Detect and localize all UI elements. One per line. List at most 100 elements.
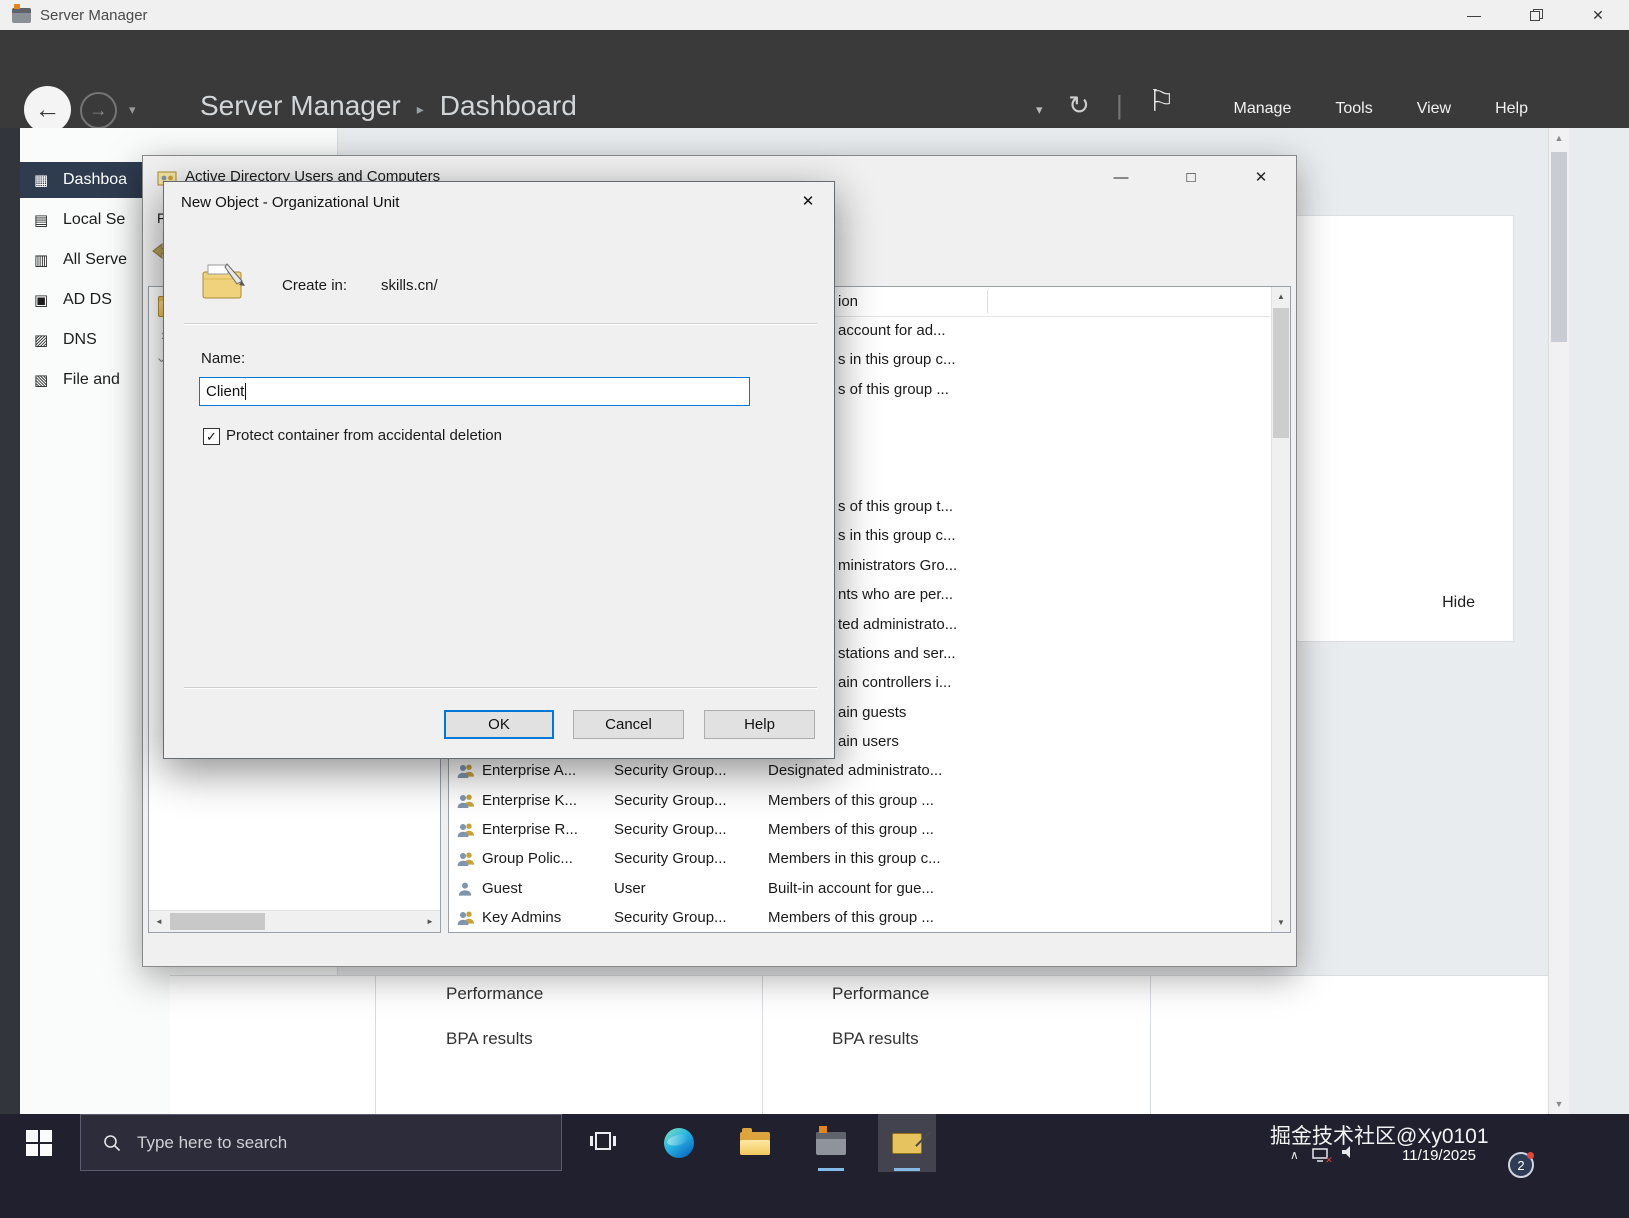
group-icon <box>457 851 475 872</box>
row-description: ministrators Gro... <box>838 556 958 574</box>
scroll-right-icon[interactable]: ► <box>420 911 440 932</box>
list-scrollbar[interactable]: ▲ ▼ <box>1271 287 1290 932</box>
notifications-flag-icon[interactable]: ⚐ <box>1148 84 1175 119</box>
navbar-divider: | <box>1116 90 1123 120</box>
breadcrumb-separator-icon: ▸ <box>416 100 424 117</box>
list-row[interactable]: Guest User Built-in account for gue... <box>449 875 1271 904</box>
hide-button[interactable]: Hide <box>1436 593 1481 613</box>
row-description: Members of this group ... <box>768 909 934 926</box>
row-type: Security Group... <box>614 850 727 868</box>
minimize-button[interactable]: — <box>1443 0 1505 30</box>
sidebar-item-label: DNS <box>63 331 97 348</box>
dialog-title: New Object - Organizational Unit <box>181 194 400 211</box>
row-type: Security Group... <box>614 909 727 926</box>
notification-badge[interactable]: 2 <box>1508 1152 1534 1178</box>
menu-manage[interactable]: Manage <box>1234 100 1292 118</box>
ok-button[interactable]: OK <box>444 710 554 739</box>
dialog-separator <box>184 323 817 324</box>
tile-link-performance[interactable]: Performance <box>446 984 543 1004</box>
taskbar-search[interactable]: Type here to search <box>80 1114 562 1171</box>
cancel-button[interactable]: Cancel <box>573 710 684 739</box>
tile-link-performance[interactable]: Performance <box>832 984 929 1004</box>
windows-start-button[interactable] <box>10 1114 68 1172</box>
window-scrollbar[interactable]: ▲ ▼ <box>1548 128 1569 1114</box>
create-in-label: Create in: <box>282 277 348 294</box>
back-button[interactable]: ← <box>24 86 71 133</box>
list-row[interactable]: Group Polic... Security Group... Members i… <box>449 845 1271 874</box>
taskbar-edge-button[interactable] <box>650 1114 708 1172</box>
system-tray: ∧ ✕ <box>1290 1145 1357 1165</box>
restore-button[interactable] <box>1505 0 1567 30</box>
close-icon: ✕ <box>1592 6 1604 23</box>
breadcrumb-dashboard[interactable]: Dashboard <box>440 90 577 122</box>
name-label: Name: <box>201 350 246 367</box>
server-manager-taskbar-icon <box>816 1125 846 1155</box>
dialog-separator <box>184 687 817 688</box>
taskbar-active-window-button[interactable] <box>878 1114 936 1172</box>
row-description: stations and ser... <box>838 644 956 662</box>
horizontal-scrollbar[interactable]: ◄ ► <box>149 910 440 932</box>
maximize-icon: □ <box>1186 168 1196 186</box>
forward-button[interactable]: → <box>80 92 117 129</box>
new-ou-icon <box>200 260 248 309</box>
history-dropdown[interactable]: ▾ <box>129 102 136 118</box>
tile-divider <box>762 976 763 1115</box>
list-row[interactable]: Enterprise K... Security Group... Members … <box>449 787 1271 816</box>
task-view-icon <box>590 1130 616 1157</box>
aduc-maximize-button[interactable]: □ <box>1156 156 1226 198</box>
tile-link-bpa-results[interactable]: BPA results <box>446 1029 543 1049</box>
tile-divider <box>375 976 376 1115</box>
scroll-up-icon[interactable]: ▲ <box>1549 128 1569 148</box>
sidebar-item-label: Local Se <box>63 211 126 228</box>
close-icon: ✕ <box>801 193 815 210</box>
protect-checkbox[interactable]: ✓ <box>203 428 220 445</box>
aduc-minimize-button[interactable]: — <box>1086 156 1156 198</box>
row-name: Key Admins <box>482 909 562 926</box>
refresh-icon[interactable]: ↻ <box>1068 90 1090 121</box>
navbar: ← → ▾ Server Manager ▸ Dashboard ▾ ↻ | ⚐… <box>0 30 1629 133</box>
close-button[interactable]: ✕ <box>1567 0 1629 30</box>
row-description: s of this group t... <box>838 498 954 516</box>
sidebar-item-label: File and <box>63 371 120 388</box>
row-description: ted administrato... <box>838 615 958 633</box>
group-icon <box>457 910 475 931</box>
list-row[interactable]: Enterprise A... Security Group... Designat… <box>449 757 1271 786</box>
tray-expand-icon[interactable]: ∧ <box>1290 1148 1299 1162</box>
scrollbar-thumb[interactable] <box>170 913 265 930</box>
dashboard-icon: ▦ <box>34 172 49 189</box>
clock-date[interactable]: 11/19/2025 <box>1402 1147 1476 1164</box>
menu-tools[interactable]: Tools <box>1335 100 1372 118</box>
window-title: Server Manager <box>40 6 148 24</box>
row-type: Security Group... <box>614 791 727 809</box>
list-row[interactable]: Key Admins Security Group... Members of th… <box>449 904 1271 932</box>
menu-help[interactable]: Help <box>1495 100 1528 118</box>
row-description: Members of this group ... <box>768 820 934 838</box>
windows-logo-icon <box>26 1130 52 1156</box>
row-description: s of this group ... <box>838 380 949 398</box>
volume-icon[interactable] <box>1341 1145 1357 1164</box>
tile-link-bpa-results[interactable]: BPA results <box>832 1029 929 1049</box>
aduc-close-button[interactable]: ✕ <box>1226 156 1296 198</box>
row-description: Members of this group ... <box>768 791 934 809</box>
notifications-dropdown[interactable]: ▾ <box>1036 102 1043 118</box>
taskbar-server-manager-button[interactable] <box>802 1114 860 1172</box>
row-description: Designated administrato... <box>768 762 943 780</box>
scroll-down-icon[interactable]: ▼ <box>1549 1094 1569 1114</box>
group-icon <box>457 763 475 784</box>
scroll-up-icon[interactable]: ▲ <box>1272 287 1290 306</box>
help-button[interactable]: Help <box>704 710 815 739</box>
scrollbar-thumb[interactable] <box>1273 308 1289 438</box>
list-row[interactable]: Enterprise R... Security Group... Members … <box>449 816 1271 845</box>
name-input[interactable]: Client <box>199 377 750 406</box>
scrollbar-thumb[interactable] <box>1551 152 1567 342</box>
breadcrumb-server-manager[interactable]: Server Manager <box>200 90 401 122</box>
main-titlebar: Server Manager — ✕ <box>0 0 1629 30</box>
scroll-down-icon[interactable]: ▼ <box>1272 913 1290 932</box>
task-view-button[interactable] <box>574 1114 632 1172</box>
network-icon[interactable]: ✕ <box>1312 1147 1333 1165</box>
scroll-left-icon[interactable]: ◄ <box>149 911 169 932</box>
breadcrumb: Server Manager ▸ Dashboard <box>200 90 577 122</box>
taskbar-explorer-button[interactable] <box>726 1114 784 1172</box>
menu-view[interactable]: View <box>1417 100 1451 118</box>
dialog-close-button[interactable]: ✕ <box>783 183 833 219</box>
